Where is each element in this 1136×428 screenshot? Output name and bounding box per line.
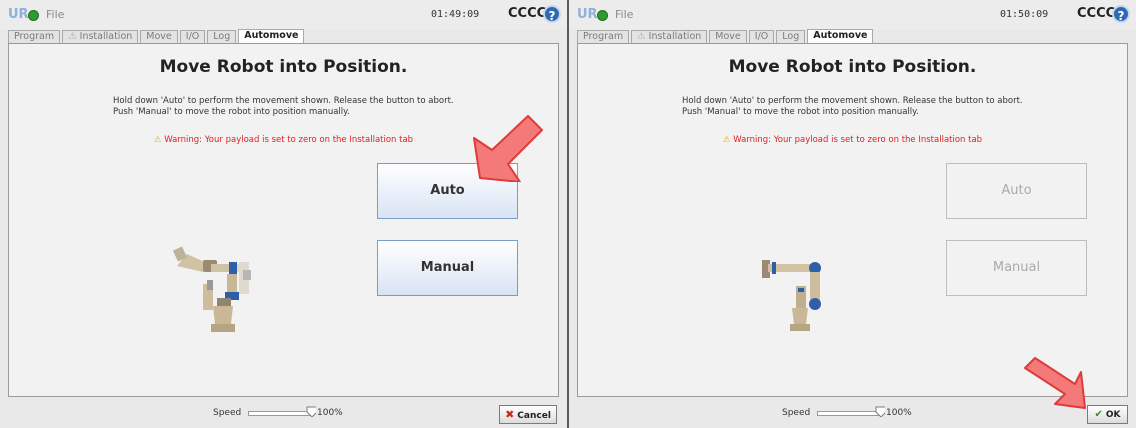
tab-io[interactable]: I/O bbox=[179, 30, 206, 43]
bottom-bar: Speed 100% ✖ Cancel bbox=[0, 398, 567, 428]
instruction-line: Push 'Manual' to move the robot into pos… bbox=[682, 107, 919, 117]
checkmark-icon: ✔ bbox=[1094, 409, 1103, 420]
help-icon[interactable]: ? bbox=[543, 5, 561, 23]
highlight-arrow-icon bbox=[473, 115, 543, 182]
instruction-line: Hold down 'Auto' to perform the movement… bbox=[682, 96, 1023, 106]
tab-installation[interactable]: ⚠ Installation bbox=[631, 30, 708, 43]
instructions: Hold down 'Auto' to perform the movement… bbox=[113, 96, 454, 118]
payload-warning-text: Warning: Your payload is set to zero on … bbox=[164, 135, 414, 145]
auto-button[interactable]: Auto bbox=[946, 163, 1087, 219]
automove-content: Move Robot into Position. Hold down 'Aut… bbox=[577, 43, 1128, 397]
help-icon[interactable]: ? bbox=[1112, 5, 1130, 23]
instruction-line: Push 'Manual' to move the robot into pos… bbox=[113, 107, 350, 117]
speed-value: 100% bbox=[886, 408, 912, 418]
robot-name: CCCC bbox=[508, 6, 547, 21]
warning-icon: ⚠ bbox=[722, 135, 731, 145]
tab-move[interactable]: Move bbox=[140, 30, 178, 43]
payload-warning-text: Warning: Your payload is set to zero on … bbox=[733, 135, 983, 145]
top-bar: UR File 01:50:09 CCCC ? bbox=[569, 0, 1136, 30]
page-title: Move Robot into Position. bbox=[159, 57, 408, 77]
tab-io[interactable]: I/O bbox=[748, 30, 775, 43]
instructions: Hold down 'Auto' to perform the movement… bbox=[682, 96, 1023, 118]
tab-bar: Program ⚠ Installation Move I/O Log Auto… bbox=[8, 29, 306, 44]
automove-panel-after: UR File 01:50:09 CCCC ? Program ⚠ Instal… bbox=[569, 0, 1136, 428]
speed-slider-thumb-icon[interactable] bbox=[875, 406, 885, 417]
warning-icon: ⚠ bbox=[68, 31, 77, 42]
instruction-line: Hold down 'Auto' to perform the movement… bbox=[113, 96, 454, 106]
tab-program[interactable]: Program bbox=[577, 30, 630, 43]
speed-slider-thumb-icon[interactable] bbox=[306, 406, 316, 417]
robot-arm-preview-icon bbox=[172, 246, 251, 332]
tab-program[interactable]: Program bbox=[8, 30, 61, 43]
automove-content: Move Robot into Position. Hold down 'Aut… bbox=[8, 43, 559, 397]
payload-warning: ⚠ Warning: Your payload is set to zero o… bbox=[578, 135, 1127, 145]
cancel-button-label: Cancel bbox=[517, 411, 551, 421]
robot-status-icon bbox=[28, 10, 39, 21]
robot-arm-preview-icon bbox=[762, 260, 821, 331]
ok-button[interactable]: ✔ OK bbox=[1087, 405, 1128, 424]
tab-installation[interactable]: ⚠ Installation bbox=[62, 30, 139, 43]
highlight-arrow-icon bbox=[1024, 357, 1086, 409]
robot-name: CCCC bbox=[1077, 6, 1116, 21]
tab-log[interactable]: Log bbox=[776, 30, 806, 43]
manual-button[interactable]: Manual bbox=[377, 240, 518, 296]
warning-icon: ⚠ bbox=[153, 135, 162, 145]
ok-button-label: OK bbox=[1105, 410, 1121, 420]
top-bar: UR File 01:49:09 CCCC ? bbox=[0, 0, 567, 30]
file-menu[interactable]: File bbox=[615, 8, 633, 21]
speed-value: 100% bbox=[317, 408, 343, 418]
page-title: Move Robot into Position. bbox=[728, 57, 977, 77]
tab-installation-label: Installation bbox=[79, 31, 133, 42]
x-icon: ✖ bbox=[505, 408, 515, 421]
file-menu[interactable]: File bbox=[46, 8, 64, 21]
manual-button[interactable]: Manual bbox=[946, 240, 1087, 296]
tab-installation-label: Installation bbox=[648, 31, 702, 42]
tab-automove[interactable]: Automove bbox=[807, 29, 874, 44]
speed-slider[interactable] bbox=[817, 411, 881, 416]
speed-label: Speed bbox=[782, 408, 811, 418]
ur-logo-icon: UR bbox=[577, 7, 598, 22]
cancel-button[interactable]: ✖ Cancel bbox=[499, 405, 557, 424]
ur-logo-icon: UR bbox=[8, 7, 29, 22]
warning-icon: ⚠ bbox=[637, 31, 646, 42]
speed-label: Speed bbox=[213, 408, 242, 418]
tab-move[interactable]: Move bbox=[709, 30, 747, 43]
robot-status-icon bbox=[597, 10, 608, 21]
clock: 01:49:09 bbox=[431, 9, 480, 20]
tab-log[interactable]: Log bbox=[207, 30, 237, 43]
clock: 01:50:09 bbox=[1000, 9, 1049, 20]
speed-slider[interactable] bbox=[248, 411, 312, 416]
automove-panel-before: UR File 01:49:09 CCCC ? Program ⚠ Instal… bbox=[0, 0, 567, 428]
tab-automove[interactable]: Automove bbox=[238, 29, 305, 44]
tab-bar: Program ⚠ Installation Move I/O Log Auto… bbox=[577, 29, 875, 44]
